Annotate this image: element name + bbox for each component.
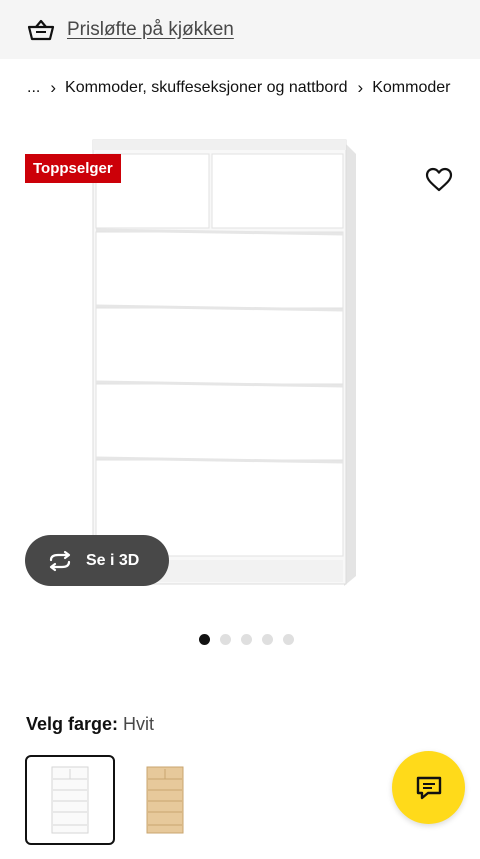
color-label-value: Hvit [123, 714, 155, 734]
basket-icon [27, 19, 55, 40]
breadcrumb-ellipsis[interactable]: ... [27, 79, 40, 97]
breadcrumb-item-kommoder-skuffeseksjoner[interactable]: Kommoder, skuffeseksjoner og nattbord [65, 79, 348, 97]
breadcrumb: ... › Kommoder, skuffeseksjoner og nattb… [27, 77, 480, 99]
pagination-dot[interactable] [262, 634, 273, 645]
color-label-key: Velg farge: [26, 714, 119, 734]
promo-bar: Prisløfte på kjøkken [0, 0, 480, 59]
top-seller-badge: Toppselger [25, 154, 121, 183]
pagination-dot[interactable] [220, 634, 231, 645]
product-gallery[interactable]: Toppselger Se i 3D [0, 122, 480, 612]
swatch-image-oak-dresser [146, 766, 184, 834]
see-in-3d-button[interactable]: Se i 3D [25, 535, 169, 586]
color-selection-label: Velg farge: Hvit [26, 714, 154, 735]
product-image-dresser-white [92, 139, 356, 586]
image-pagination [199, 634, 294, 645]
rotate-3d-icon [49, 550, 71, 571]
chat-button[interactable] [392, 751, 465, 824]
color-swatch-oak[interactable] [120, 755, 210, 845]
color-swatch-white[interactable] [25, 755, 115, 845]
swatch-image-white-dresser [51, 766, 89, 834]
breadcrumb-separator: › [357, 78, 364, 97]
promo-link[interactable]: Prisløfte på kjøkken [67, 19, 234, 41]
see-in-3d-label: Se i 3D [86, 551, 140, 569]
chat-icon [416, 776, 441, 799]
pagination-dot-active[interactable] [199, 634, 210, 645]
heart-icon[interactable] [425, 167, 453, 193]
pagination-dot[interactable] [241, 634, 252, 645]
pagination-dot[interactable] [283, 634, 294, 645]
breadcrumb-separator: › [50, 78, 57, 97]
breadcrumb-item-kommoder[interactable]: Kommoder [372, 79, 450, 97]
